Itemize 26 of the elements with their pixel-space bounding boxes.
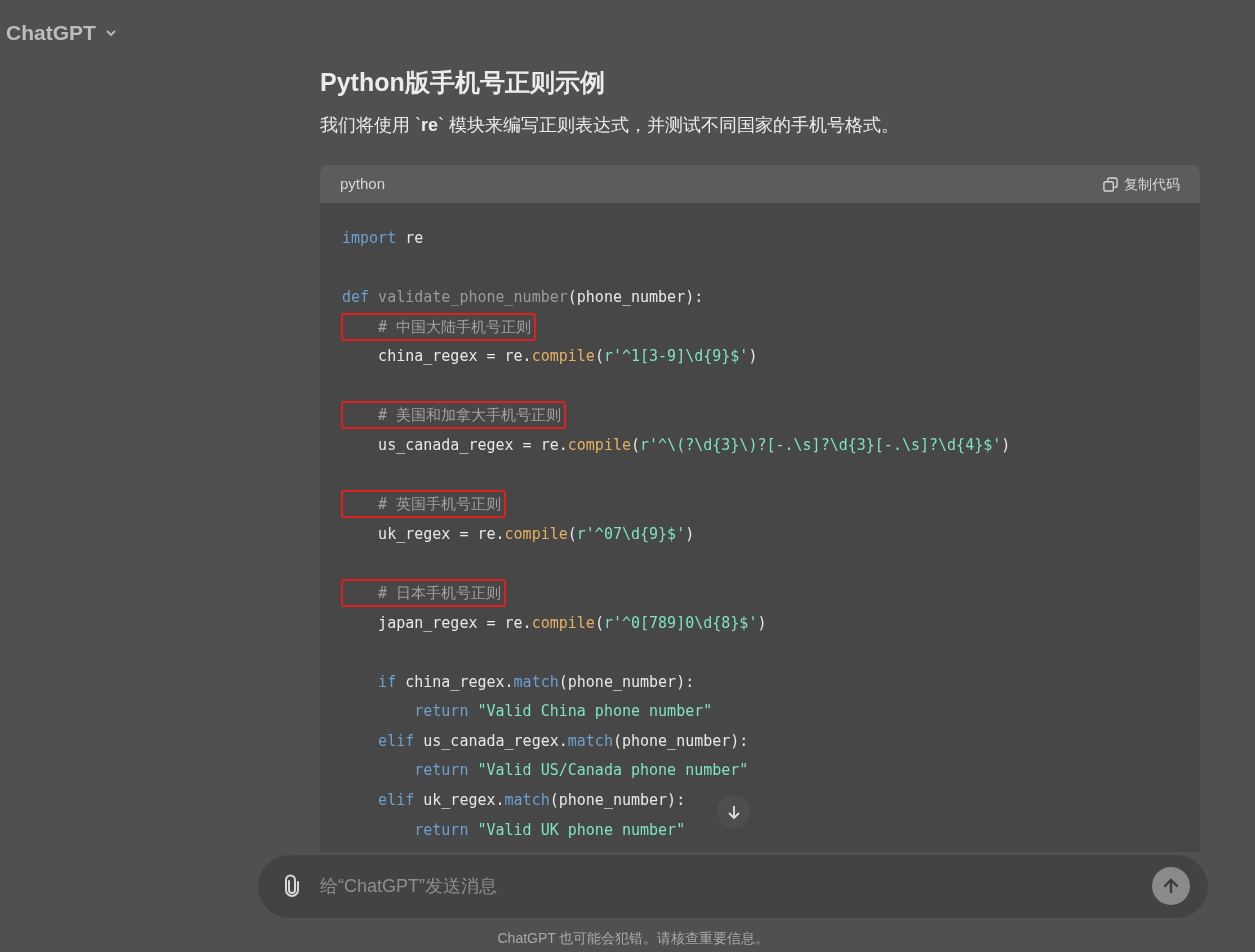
- code-line: us_canada_regex = re.compile(r'^\(?\d{3}\)?[-.\s]?\d{3}[-.\s]?\d{4}$'): [377, 434, 1012, 456]
- code-line: return "Valid US/Canada phone number": [413, 760, 750, 782]
- annotated-code-line: # 日本手机号正则: [342, 579, 506, 606]
- message-input-field[interactable]: 给“ChatGPT”发送消息: [258, 855, 1208, 918]
- copy-icon: [1103, 176, 1118, 192]
- code-line: china_regex = re.compile(r'^1[3-9]\d{9}$'): [377, 346, 759, 368]
- disclaimer-text: ChatGPT 也可能会犯错。请核查重要信息。: [497, 929, 770, 948]
- model-selector[interactable]: ChatGPT: [6, 17, 118, 49]
- message-paragraph: 我们将使用 `re` 模块来编写正则表达式，并测试不同国家的手机号格式。: [320, 114, 899, 137]
- arrow-up-icon: [1161, 876, 1181, 896]
- code-language: python: [340, 173, 386, 194]
- arrow-down-icon: [725, 803, 742, 820]
- annotated-code-line: # 美国和加拿大手机号正则: [342, 402, 566, 429]
- code-line: def validate_phone_number(phone_number):: [342, 287, 705, 308]
- code-line: import re: [342, 227, 425, 249]
- code-line: uk_regex = re.compile(r'^07\d{9}$'): [377, 523, 696, 545]
- annotated-code-line: # 中国大陆手机号正则: [342, 313, 536, 340]
- code-line: return "Valid China phone number": [413, 701, 714, 723]
- copy-code-button[interactable]: 复制代码: [1103, 173, 1180, 195]
- code-line: japan_regex = re.compile(r'^0[789]0\d{8}$'): [377, 612, 768, 634]
- code-line: if china_regex.match(phone_number):: [377, 671, 696, 693]
- code-line: elif uk_regex.match(phone_number):: [377, 790, 687, 812]
- message-heading: Python版手机号正则示例: [320, 67, 605, 98]
- annotated-code-line: # 英国手机号正则: [342, 491, 506, 518]
- code-line: elif us_canada_regex.match(phone_number):: [377, 730, 750, 752]
- code-line: return "Valid UK phone number": [413, 819, 687, 841]
